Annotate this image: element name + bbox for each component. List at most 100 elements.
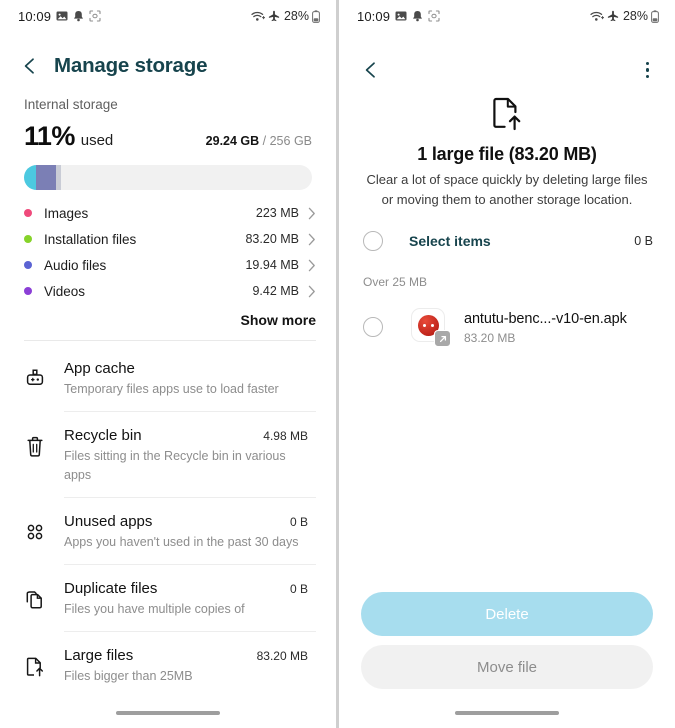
legend-item-audio-files[interactable]: Audio files 19.94 MB — [24, 252, 316, 278]
usage-separator: / — [259, 134, 270, 148]
status-bar-right: 10:09 28% — [339, 0, 675, 32]
usage-total-amount: 256 GB — [269, 134, 312, 148]
delete-button[interactable]: Delete — [361, 592, 653, 636]
list-item-title: Duplicate files — [64, 579, 158, 597]
battery-percentage: 28% — [622, 9, 648, 23]
select-all-checkbox[interactable] — [363, 231, 383, 251]
storage-usage-summary: 11% used 29.24 GB / 256 GB — [0, 112, 336, 152]
list-item-size: 83.20 MB — [256, 648, 308, 663]
overflow-menu-icon[interactable] — [642, 58, 654, 83]
legend-size: 19.94 MB — [245, 258, 299, 273]
usage-used-label: used — [80, 132, 114, 149]
file-meta: antutu-benc...-v10-en.apk 83.20 MB — [449, 310, 653, 345]
home-indicator[interactable] — [116, 710, 220, 716]
home-indicator-area-right — [339, 698, 675, 728]
chevron-right-icon — [308, 259, 316, 272]
list-item-size: 4.98 MB — [263, 429, 308, 444]
list-item-titleline: Large files 83.20 MB — [64, 647, 308, 664]
home-indicator-area-left — [0, 698, 336, 728]
show-more-row: Show more — [0, 304, 336, 328]
status-bar-left-group: 10:09 — [357, 9, 440, 24]
wifi-icon — [251, 10, 265, 22]
chevron-right-icon — [308, 285, 316, 298]
large-files-hero: 1 large file (83.20 MB) Clear a lot of s… — [339, 86, 675, 209]
status-bar-right-group: 28% — [251, 9, 320, 23]
list-item-description: Apps you haven't used in the past 30 day… — [64, 534, 299, 549]
list-item-file[interactable]: antutu-benc...-v10-en.apk 83.20 MB — [339, 289, 675, 347]
show-more-button[interactable]: Show more — [241, 312, 316, 328]
manage-storage-screen: 10:09 28% Manage storage Internal storag… — [0, 0, 336, 728]
page-title: Manage storage — [54, 54, 208, 77]
back-button[interactable] — [361, 60, 381, 80]
usage-percent: 11% — [24, 121, 75, 151]
wifi-icon — [590, 10, 604, 22]
storage-category-legend: Images 223 MB Installation files 83.20 M… — [0, 200, 336, 304]
list-item-title: Unused apps — [64, 512, 153, 530]
bell-icon — [73, 10, 84, 22]
list-item-titleline: Unused apps 0 B — [64, 513, 308, 530]
legend-size: 83.20 MB — [245, 232, 299, 247]
list-item-size: 0 B — [289, 581, 308, 596]
list-item-duplicate-files[interactable]: Duplicate files 0 B Files you have multi… — [0, 565, 336, 631]
scan-frame-icon — [428, 10, 440, 22]
status-bar-clock: 10:09 — [357, 8, 391, 24]
status-bar-left-group: 10:09 — [18, 9, 101, 24]
list-item-titleline: App cache — [64, 360, 308, 377]
group-header-over-25mb: Over 25 MB — [363, 275, 428, 289]
duplicate-files-icon — [20, 589, 50, 611]
videos-color-dot — [24, 287, 32, 296]
list-item-titleline: Duplicate files 0 B — [64, 580, 308, 597]
back-button[interactable] — [20, 56, 40, 76]
scan-frame-icon — [89, 10, 101, 22]
legend-item-installation-files[interactable]: Installation files 83.20 MB — [24, 226, 316, 252]
list-item-description: Files sitting in the Recycle bin in vari… — [64, 449, 286, 482]
legend-label: Images — [44, 205, 89, 221]
select-items-label: Select items — [409, 233, 491, 249]
airplane-mode-icon — [268, 10, 280, 22]
file-size: 83.20 MB — [464, 330, 516, 345]
list-item-large-files[interactable]: Large files 83.20 MB Files bigger than 2… — [0, 632, 336, 698]
bar-segment-images — [24, 165, 36, 191]
legend-item-videos[interactable]: Videos 9.42 MB — [24, 278, 316, 304]
storage-progress-bar — [24, 165, 312, 191]
legend-size: 223 MB — [255, 206, 299, 221]
antutu-benchmark-icon — [411, 308, 451, 347]
selected-size: 0 B — [634, 234, 653, 248]
file-name: antutu-benc...-v10-en.apk — [464, 310, 627, 327]
chevron-right-icon — [308, 207, 316, 220]
bar-segment-other — [56, 165, 61, 191]
page-header: Manage storage — [0, 32, 336, 84]
file-checkbox[interactable] — [363, 317, 383, 337]
home-indicator[interactable] — [455, 710, 559, 716]
large-file-upload-icon — [20, 656, 50, 678]
bar-segment-installation — [36, 165, 56, 191]
legend-label: Videos — [44, 283, 86, 299]
large-files-subtitle: Clear a lot of space quickly by deleting… — [366, 172, 648, 207]
brush-clean-icon — [20, 369, 50, 391]
list-item-app-cache[interactable]: App cache Temporary files apps use to lo… — [0, 345, 336, 411]
battery-icon — [312, 9, 320, 23]
move-file-button[interactable]: Move file — [361, 645, 653, 689]
action-buttons: Delete Move file — [339, 592, 675, 698]
status-bar-clock: 10:09 — [18, 8, 52, 24]
list-item-body: Large files 83.20 MB Files bigger than 2… — [50, 647, 316, 685]
large-files-title: 1 large file (83.20 MB) — [417, 144, 597, 164]
four-dots-icon — [20, 522, 50, 542]
legend-label: Audio files — [44, 257, 107, 273]
list-item-unused-apps[interactable]: Unused apps 0 B Apps you haven't used in… — [0, 498, 336, 564]
list-item-title: Large files — [64, 646, 134, 664]
list-item-size: 0 B — [289, 514, 308, 529]
select-items-row[interactable]: Select items 0 B — [339, 209, 675, 251]
status-bar-left: 10:09 28% — [0, 0, 336, 32]
list-item-description: Files you have multiple copies of — [64, 601, 245, 616]
legend-item-images[interactable]: Images 223 MB — [24, 200, 316, 226]
dual-screenshot-stage: 10:09 28% Manage storage Internal storag… — [0, 0, 675, 728]
list-item-title: App cache — [64, 360, 135, 378]
list-item-recycle-bin[interactable]: Recycle bin 4.98 MB Files sitting in the… — [0, 412, 336, 496]
list-item-body: Recycle bin 4.98 MB Files sitting in the… — [50, 427, 316, 483]
legend-label: Installation files — [44, 231, 137, 247]
airplane-mode-icon — [607, 10, 619, 22]
bell-icon — [412, 10, 423, 22]
usage-used-amount: 29.24 GB — [205, 134, 260, 148]
